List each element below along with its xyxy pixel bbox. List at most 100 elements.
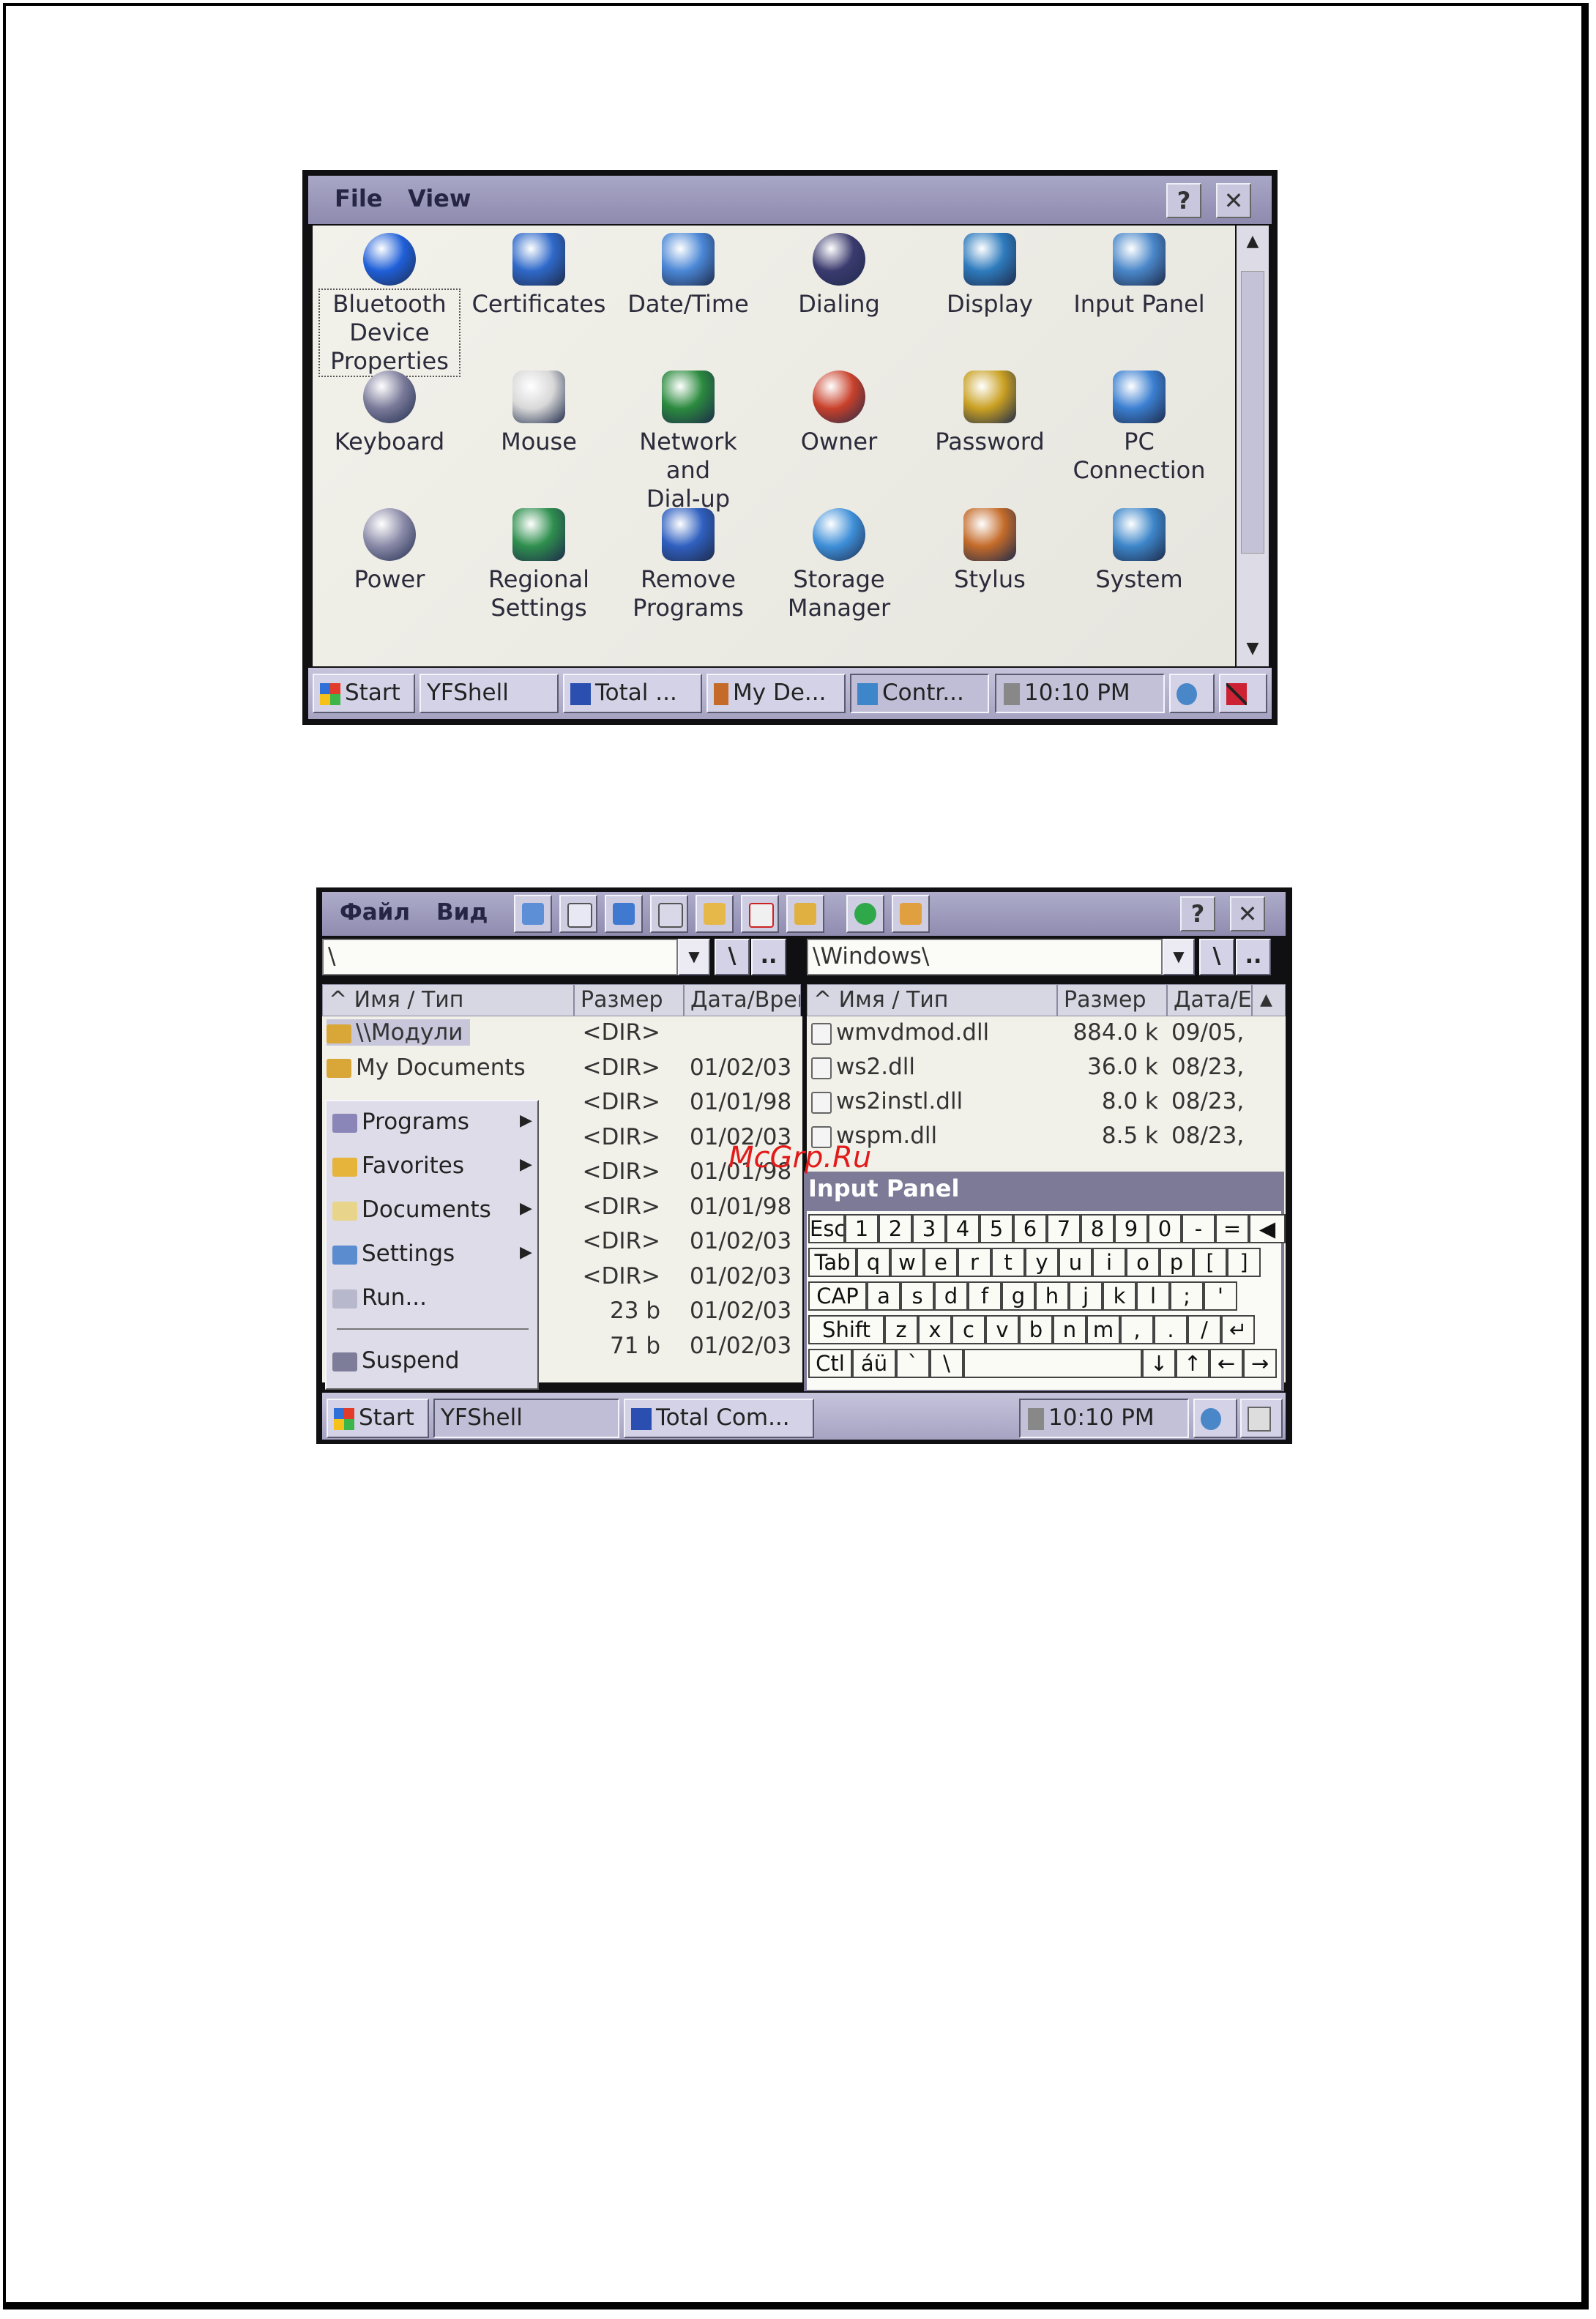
start-button[interactable]: Start: [313, 674, 415, 713]
keyboard-key[interactable]: x: [918, 1315, 952, 1344]
keyboard-key[interactable]: ': [1204, 1281, 1237, 1311]
right-row-name[interactable]: wmvdmod.dll: [811, 1019, 989, 1046]
keyboard-key[interactable]: →: [1243, 1349, 1277, 1378]
left-path-input[interactable]: \: [322, 939, 678, 975]
clock-tray[interactable]: 10:10 PM: [995, 674, 1165, 713]
vertical-scrollbar[interactable]: ▲ ▼: [1237, 226, 1269, 666]
keyboard-key[interactable]: t: [991, 1248, 1025, 1277]
keyboard-key[interactable]: 3: [912, 1214, 946, 1243]
control-panel-item[interactable]: Bluetooth Device Properties: [318, 233, 460, 377]
keyboard-key[interactable]: [: [1193, 1248, 1227, 1277]
keyboard-key[interactable]: r: [958, 1248, 991, 1277]
keyboard-key[interactable]: ←: [1209, 1349, 1243, 1378]
keyboard-key[interactable]: áü: [852, 1349, 896, 1378]
keyboard-key[interactable]: Shift: [808, 1315, 884, 1344]
keyboard-key[interactable]: 9: [1114, 1214, 1148, 1243]
keyboard-key[interactable]: .: [1154, 1315, 1187, 1344]
keyboard-key[interactable]: 4: [946, 1214, 980, 1243]
keyboard-key[interactable]: e: [924, 1248, 958, 1277]
taskbar-item-yfshell[interactable]: YFShell: [419, 674, 559, 713]
menu-view[interactable]: View: [408, 185, 471, 212]
keyboard-key[interactable]: ↓: [1142, 1349, 1176, 1378]
right-scroll-up-icon[interactable]: ▲: [1252, 984, 1286, 1016]
left-path-dropdown[interactable]: ▼: [678, 939, 710, 975]
right-path-dropdown[interactable]: ▼: [1163, 939, 1195, 975]
control-panel-item[interactable]: Storage Manager: [769, 508, 909, 622]
keyboard-key[interactable]: 6: [1013, 1214, 1047, 1243]
keyboard-key[interactable]: z: [884, 1315, 918, 1344]
control-panel-item[interactable]: System: [1070, 508, 1209, 594]
keyboard-key[interactable]: Tab: [808, 1248, 857, 1277]
keyboard-key[interactable]: f: [968, 1281, 1002, 1311]
keyboard-key[interactable]: 5: [980, 1214, 1013, 1243]
left-col-name[interactable]: ^ Имя / Тип: [322, 984, 574, 1016]
taskbar-item-yfshell[interactable]: YFShell: [433, 1399, 619, 1438]
desktop-button[interactable]: [1169, 674, 1215, 713]
keyboard-key[interactable]: `: [896, 1349, 930, 1378]
right-path-input[interactable]: \Windows\: [807, 939, 1163, 975]
control-panel-item[interactable]: Dialing: [769, 233, 909, 319]
control-panel-item[interactable]: Certificates: [469, 233, 608, 319]
keyboard-key[interactable]: 8: [1081, 1214, 1114, 1243]
start-menu-run[interactable]: Run...: [332, 1284, 427, 1311]
start-menu-settings[interactable]: Settings: [332, 1240, 455, 1267]
taskbar-item-total-commander[interactable]: Total ...: [563, 674, 702, 713]
control-panel-item[interactable]: Input Panel: [1070, 233, 1209, 319]
keyboard-key[interactable]: n: [1053, 1315, 1086, 1344]
tool-find[interactable]: [514, 895, 552, 933]
desktop-button[interactable]: [1193, 1399, 1237, 1438]
keyboard-key[interactable]: y: [1025, 1248, 1059, 1277]
tool-refresh[interactable]: [846, 895, 884, 933]
tool-edit[interactable]: [650, 895, 688, 933]
keyboard-key[interactable]: ↑: [1176, 1349, 1209, 1378]
close-button[interactable]: ✕: [1216, 183, 1251, 218]
start-menu-suspend[interactable]: Suspend: [332, 1347, 460, 1374]
keyboard-key[interactable]: ◀: [1249, 1214, 1286, 1243]
left-up-button[interactable]: ..: [751, 939, 786, 975]
tool-view[interactable]: [559, 895, 597, 933]
start-menu-programs[interactable]: Programs: [332, 1109, 469, 1135]
keyboard-key[interactable]: i: [1092, 1248, 1126, 1277]
tool-properties[interactable]: [786, 895, 824, 933]
right-row-name[interactable]: ws2instl.dll: [811, 1088, 963, 1114]
right-col-date[interactable]: Дата/Е: [1167, 984, 1252, 1016]
close-button[interactable]: ✕: [1230, 896, 1265, 931]
control-panel-item[interactable]: Keyboard: [320, 371, 459, 456]
keyboard-key[interactable]: c: [952, 1315, 985, 1344]
control-panel-item[interactable]: Mouse: [469, 371, 608, 456]
keyboard-key[interactable]: v: [985, 1315, 1019, 1344]
keyboard-key[interactable]: Esc: [808, 1214, 845, 1243]
keyboard-key[interactable]: l: [1136, 1281, 1170, 1311]
keyboard-key[interactable]: m: [1086, 1315, 1120, 1344]
start-button[interactable]: Start: [327, 1399, 429, 1438]
keyboard-key[interactable]: d: [934, 1281, 968, 1311]
tool-copy[interactable]: [605, 895, 643, 933]
control-panel-item[interactable]: Display: [920, 233, 1059, 319]
control-panel-item[interactable]: Stylus: [920, 508, 1059, 594]
keyboard-key[interactable]: s: [900, 1281, 934, 1311]
control-panel-item[interactable]: PC Connection: [1070, 371, 1209, 485]
spacebar-key[interactable]: [963, 1349, 1142, 1378]
help-button[interactable]: ?: [1180, 896, 1215, 931]
left-row-name[interactable]: \\Модули: [327, 1019, 471, 1046]
scroll-down-icon[interactable]: ▼: [1239, 636, 1266, 662]
keyboard-key[interactable]: p: [1160, 1248, 1193, 1277]
keyboard-key[interactable]: -: [1182, 1214, 1215, 1243]
taskbar-item-control-panel[interactable]: Contr...: [850, 674, 989, 713]
left-col-date[interactable]: Дата/Врем: [684, 984, 801, 1016]
control-panel-item[interactable]: Regional Settings: [469, 508, 608, 622]
right-col-name[interactable]: ^ Имя / Тип: [807, 984, 1057, 1016]
start-menu-favorites[interactable]: Favorites: [332, 1153, 464, 1179]
control-panel-item[interactable]: Password: [920, 371, 1059, 456]
clock-tray[interactable]: 10:10 PM: [1019, 1399, 1189, 1438]
menu-file-ru[interactable]: Файл: [340, 899, 410, 926]
keyboard-key[interactable]: j: [1069, 1281, 1103, 1311]
keyboard-key[interactable]: ,: [1120, 1315, 1154, 1344]
keyboard-key[interactable]: w: [890, 1248, 924, 1277]
keyboard-key[interactable]: /: [1187, 1315, 1221, 1344]
tool-settings[interactable]: [892, 895, 930, 933]
keyboard-toggle-button[interactable]: [1240, 1399, 1283, 1438]
keyboard-key[interactable]: 0: [1148, 1214, 1182, 1243]
keyboard-key[interactable]: \: [930, 1349, 963, 1378]
keyboard-key[interactable]: CAP: [808, 1281, 867, 1311]
